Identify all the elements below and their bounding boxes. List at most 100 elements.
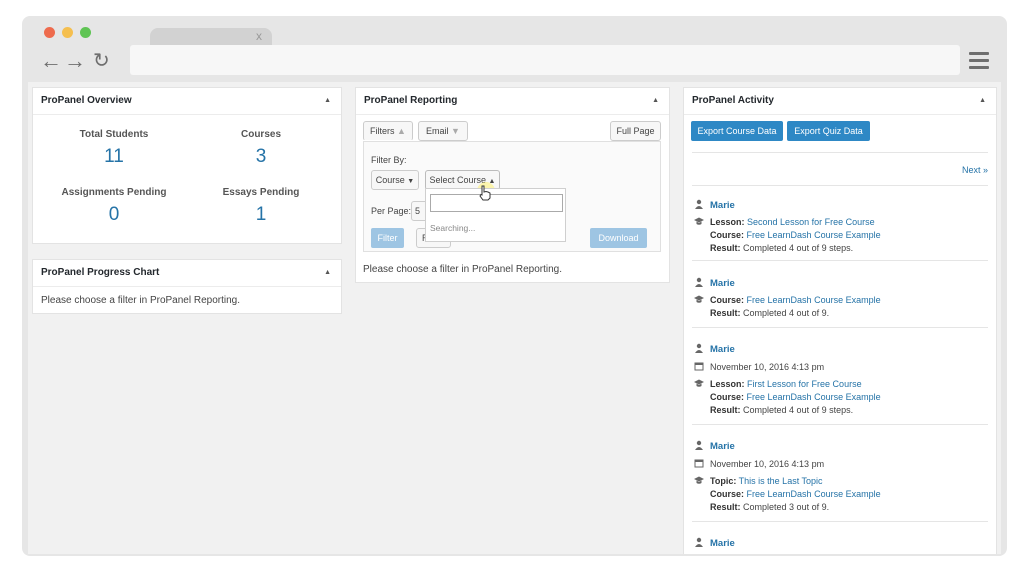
lesson-label: Lesson:	[710, 379, 745, 389]
activity-entry: Marie	[692, 537, 988, 550]
user-icon	[695, 277, 703, 287]
graduation-cap-icon	[694, 476, 704, 484]
export-quiz-data-button[interactable]: Export Quiz Data	[787, 121, 870, 141]
tab-filters[interactable]: Filters ▲	[363, 121, 413, 141]
reporting-panel: ProPanel Reporting ▲ Filters ▲ Email ▼ F…	[355, 87, 670, 283]
course-link[interactable]: Free LearnDash Course Example	[747, 230, 881, 240]
activity-topic-row: Topic: This is the Last Topic	[692, 475, 988, 488]
collapse-arrow-icon[interactable]: ▲	[324, 88, 331, 114]
collapse-arrow-icon[interactable]: ▲	[979, 88, 986, 114]
hand-pointer-icon	[479, 185, 491, 201]
user-icon	[695, 440, 703, 450]
course-link[interactable]: Free LearnDash Course Example	[747, 392, 881, 402]
activity-user[interactable]: Marie	[710, 278, 735, 289]
filter-button[interactable]: Filter	[371, 228, 404, 248]
result-text: Completed 4 out of 9.	[743, 308, 830, 318]
divider	[692, 327, 988, 328]
minimize-window-dot[interactable]	[62, 27, 73, 38]
progress-chart-panel: ProPanel Progress Chart ▲ Please choose …	[32, 259, 342, 314]
stat-value[interactable]: 1	[191, 204, 331, 226]
activity-user[interactable]: Marie	[710, 200, 735, 211]
activity-user[interactable]: Marie	[710, 538, 735, 549]
stat-value[interactable]: 11	[44, 146, 184, 168]
reporting-panel-header[interactable]: ProPanel Reporting ▲	[356, 88, 669, 115]
calendar-icon	[694, 362, 704, 371]
activity-panel-header[interactable]: ProPanel Activity ▲	[684, 88, 996, 115]
progress-chart-message: Please choose a filter in ProPanel Repor…	[41, 295, 241, 306]
divider	[692, 260, 988, 261]
reporting-title: ProPanel Reporting	[364, 95, 458, 106]
browser-tab[interactable]	[150, 28, 272, 46]
activity-panel: ProPanel Activity ▲ Export Course Data E…	[683, 87, 997, 554]
user-icon	[695, 343, 703, 353]
stat-assignments-pending: Assignments Pending 0	[44, 187, 184, 226]
activity-user-row: Marie	[692, 440, 988, 453]
course-label: Course:	[710, 230, 745, 240]
address-bar[interactable]	[130, 45, 960, 75]
download-button[interactable]: Download	[590, 228, 647, 248]
result-text: Completed 3 out of 9.	[743, 502, 830, 512]
export-course-data-button[interactable]: Export Course Data	[691, 121, 783, 141]
activity-course-row: Course: Free LearnDash Course Example	[692, 294, 988, 307]
stat-value[interactable]: 3	[191, 146, 331, 168]
graduation-cap-icon	[694, 217, 704, 225]
activity-date-row: November 10, 2016 4:13 pm	[692, 361, 988, 374]
maximize-window-dot[interactable]	[80, 27, 91, 38]
overview-panel: ProPanel Overview ▲ Total Students 11 Co…	[32, 87, 342, 244]
activity-entry: Marie Course: Free LearnDash Course Exam…	[692, 277, 988, 320]
next-page-link[interactable]: Next »	[962, 165, 988, 175]
topic-link[interactable]: This is the Last Topic	[739, 476, 823, 486]
filter-type-select[interactable]: Course ▼	[371, 170, 419, 190]
stat-label: Total Students	[79, 129, 149, 140]
divider	[692, 185, 988, 186]
graduation-cap-icon	[694, 295, 704, 303]
lesson-link[interactable]: Second Lesson for Free Course	[747, 217, 875, 227]
activity-lesson-row: Lesson: First Lesson for Free Course	[692, 378, 988, 391]
stat-label: Assignments Pending	[61, 187, 167, 198]
user-icon	[695, 537, 703, 547]
stat-label: Courses	[240, 129, 281, 140]
progress-chart-header[interactable]: ProPanel Progress Chart ▲	[33, 260, 341, 287]
tab-close-icon[interactable]: x	[256, 29, 262, 43]
divider	[692, 424, 988, 425]
back-arrow-icon[interactable]: ←	[40, 50, 62, 72]
topic-label: Topic:	[710, 476, 737, 486]
stat-courses: Courses 3	[191, 129, 331, 168]
activity-entry: Marie November 10, 2016 4:13 pm Lesson: …	[692, 343, 988, 417]
select-course-value: Select Course	[429, 175, 487, 185]
activity-user-row: Marie	[692, 277, 988, 290]
result-text: Completed 4 out of 9 steps.	[743, 243, 854, 253]
activity-user-row: Marie	[692, 343, 988, 356]
stat-total-students: Total Students 11	[44, 129, 184, 168]
course-label: Course:	[710, 489, 745, 499]
user-icon	[695, 199, 703, 209]
activity-course-row: Course: Free LearnDash Course Example	[692, 391, 988, 404]
lesson-link[interactable]: First Lesson for Free Course	[747, 379, 862, 389]
activity-user[interactable]: Marie	[710, 441, 735, 452]
overview-title: ProPanel Overview	[41, 95, 132, 106]
tab-filters-label: Filters	[370, 126, 395, 136]
course-link[interactable]: Free LearnDash Course Example	[747, 489, 881, 499]
course-link[interactable]: Free LearnDash Course Example	[747, 295, 881, 305]
full-page-button[interactable]: Full Page	[610, 121, 661, 141]
result-label: Result:	[710, 243, 741, 253]
course-search-input[interactable]	[430, 194, 563, 212]
collapse-arrow-icon[interactable]: ▲	[324, 260, 331, 286]
activity-user[interactable]: Marie	[710, 344, 735, 355]
tab-email[interactable]: Email ▼	[418, 121, 468, 141]
activity-course-row: Course: Free LearnDash Course Example	[692, 488, 988, 501]
close-window-dot[interactable]	[44, 27, 55, 38]
activity-date: November 10, 2016 4:13 pm	[710, 459, 825, 469]
stat-essays-pending: Essays Pending 1	[191, 187, 331, 226]
lesson-label: Lesson:	[710, 217, 745, 227]
forward-arrow-icon[interactable]: →	[64, 50, 86, 72]
activity-title: ProPanel Activity	[692, 95, 774, 106]
course-label: Course:	[710, 295, 745, 305]
activity-course-row: Course: Free LearnDash Course Example	[692, 229, 988, 242]
collapse-arrow-icon[interactable]: ▲	[652, 88, 659, 114]
reload-icon[interactable]: ↻	[93, 50, 110, 72]
hamburger-menu-icon[interactable]	[969, 52, 989, 73]
stat-value[interactable]: 0	[44, 204, 184, 226]
overview-panel-header[interactable]: ProPanel Overview ▲	[33, 88, 341, 115]
graduation-cap-icon	[694, 379, 704, 387]
